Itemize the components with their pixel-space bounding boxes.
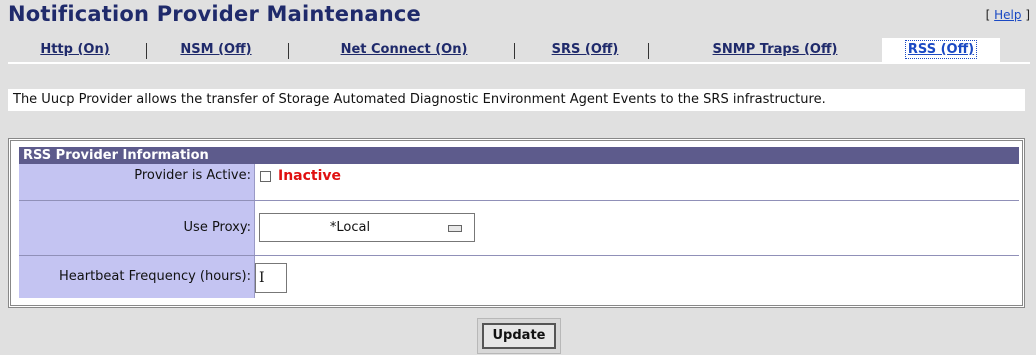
tab-nsm[interactable]: NSM (Off) <box>160 38 272 62</box>
tab-snmp-traps[interactable]: SNMP Traps (Off) <box>670 38 880 62</box>
tab-separator <box>514 43 515 59</box>
tab-net-connect[interactable]: Net Connect (On) <box>304 38 504 62</box>
use-proxy-selected-value: *Local <box>329 220 371 235</box>
update-button[interactable]: Update <box>482 323 556 349</box>
tab-separator <box>648 43 649 59</box>
help-bracket-close: ] <box>1021 8 1030 22</box>
use-proxy-select[interactable]: *Local <box>259 213 475 242</box>
rss-provider-panel: RSS Provider Information Provider is Act… <box>8 138 1025 308</box>
panel-header: RSS Provider Information <box>19 147 1019 164</box>
provider-active-row: Provider is Active: Inactive <box>19 164 1019 200</box>
tab-separator <box>146 43 147 59</box>
provider-description: The Uucp Provider allows the transfer of… <box>8 89 1025 111</box>
tab-rss[interactable]: RSS (Off) <box>882 38 1000 62</box>
heartbeat-label: Heartbeat Frequency (hours): <box>19 256 255 298</box>
provider-status-text: Inactive <box>278 168 342 184</box>
use-proxy-row: Use Proxy: *Local <box>19 201 1019 255</box>
provider-active-label: Provider is Active: <box>19 164 255 200</box>
help-bracket-open: [ <box>985 8 995 22</box>
tab-srs[interactable]: SRS (Off) <box>524 38 646 62</box>
tab-rss-label: RSS (Off) <box>904 40 978 59</box>
tab-separator <box>288 43 289 59</box>
help-link[interactable]: Help <box>994 8 1021 22</box>
help-link-container: [ Help ] <box>986 8 1030 22</box>
tab-http[interactable]: Http (On) <box>20 38 130 62</box>
dropdown-icon <box>448 225 462 232</box>
use-proxy-label: Use Proxy: <box>19 201 255 255</box>
update-button-frame: Update <box>477 318 561 354</box>
page-title: Notification Provider Maintenance <box>8 2 421 26</box>
heartbeat-frequency-input[interactable]: I <box>255 263 287 293</box>
heartbeat-row: Heartbeat Frequency (hours): I <box>19 256 1019 298</box>
provider-active-checkbox[interactable] <box>260 171 271 182</box>
text-cursor-icon: I <box>259 270 265 286</box>
provider-tabs: Http (On) NSM (Off) Net Connect (On) SRS… <box>8 38 1030 64</box>
